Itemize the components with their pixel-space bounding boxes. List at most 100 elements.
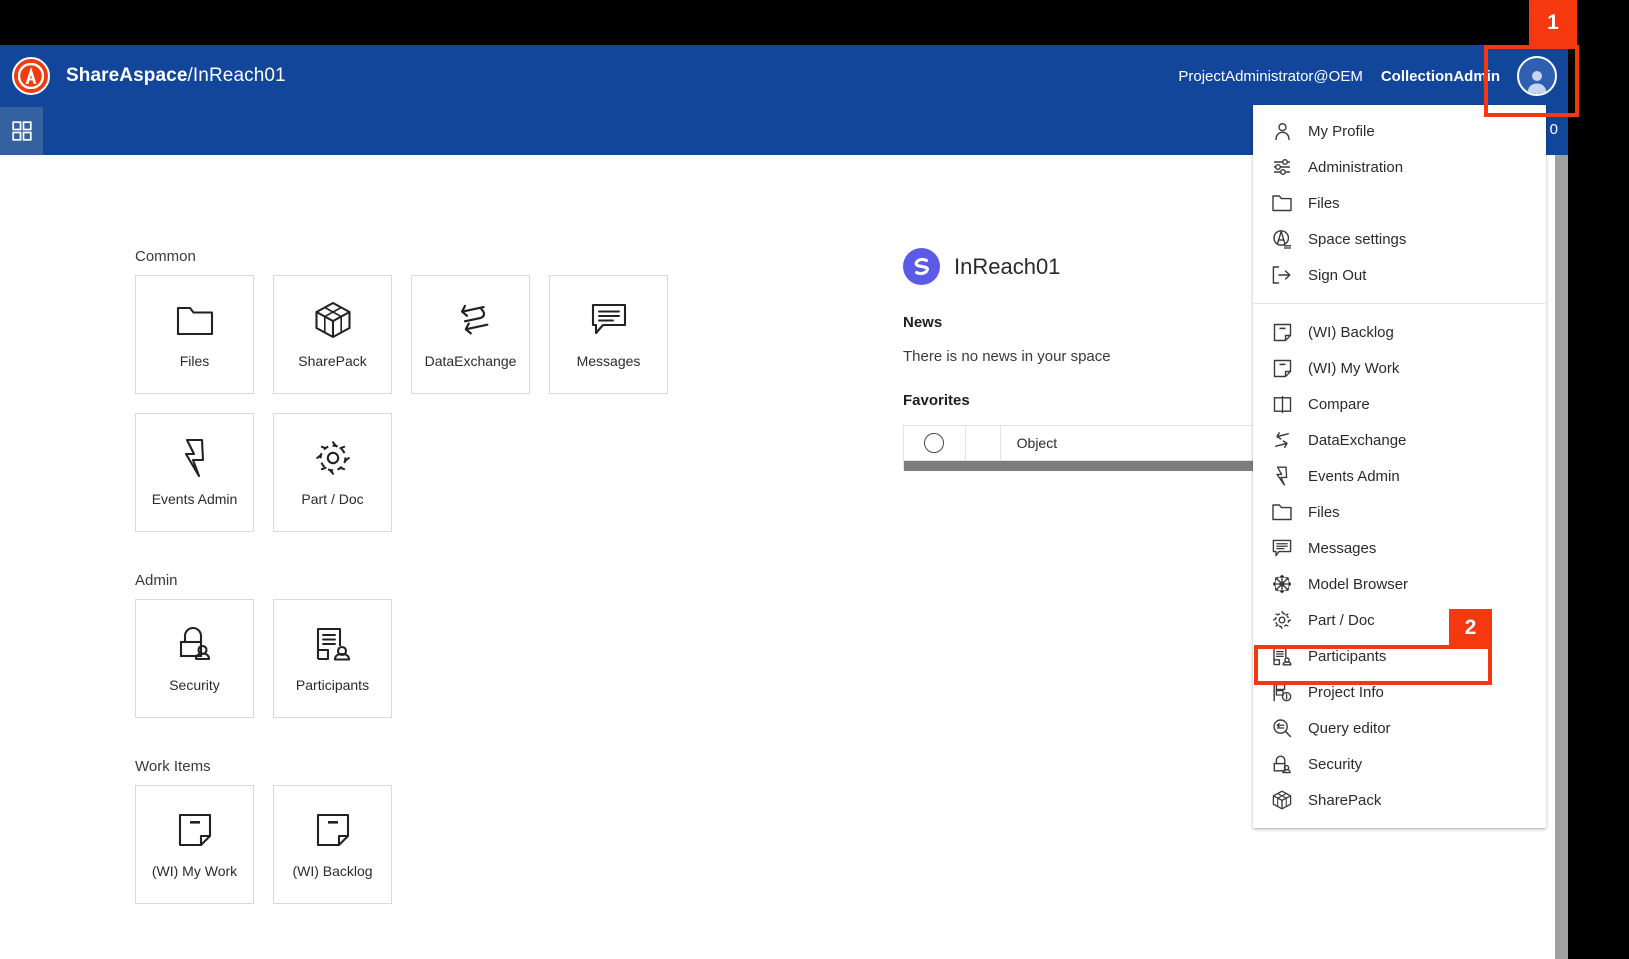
- shareaspace-logo-icon: [12, 57, 50, 95]
- menu-item-label: DataExchange: [1308, 432, 1406, 449]
- tile-label: Participants: [296, 678, 369, 693]
- gear-icon: [1271, 609, 1293, 631]
- annotation-badge-1: 1: [1529, 0, 1577, 45]
- menu-item-label: Administration: [1308, 159, 1403, 176]
- lock-user-icon: [177, 624, 213, 664]
- menu-item-space-settings[interactable]: Space settings: [1253, 221, 1546, 257]
- menu-item-label: SharePack: [1308, 792, 1381, 809]
- brand-name[interactable]: ShareAspace: [66, 65, 188, 86]
- folder-icon: [176, 300, 214, 340]
- breadcrumb: ShareAspace/InReach01: [66, 65, 286, 87]
- group-title-common: Common: [135, 248, 835, 265]
- menu-item-label: Space settings: [1308, 231, 1406, 248]
- menu-item-sign-out[interactable]: Sign Out: [1253, 257, 1546, 293]
- menu-item-administration[interactable]: Administration: [1253, 149, 1546, 185]
- tile-label: SharePack: [298, 354, 366, 369]
- message-bubble-icon: [591, 300, 627, 340]
- menu-item-compare[interactable]: Compare: [1253, 386, 1546, 422]
- note-page-icon: [1271, 357, 1293, 379]
- project-info-icon: [1271, 681, 1293, 703]
- person-icon: [1271, 120, 1293, 142]
- header-right: ProjectAdministrator@OEM CollectionAdmin: [1178, 45, 1568, 107]
- menu-item-project-info[interactable]: Project Info: [1253, 674, 1546, 710]
- folder-icon: [1271, 192, 1293, 214]
- menu-item-sharepack[interactable]: SharePack: [1253, 782, 1546, 818]
- tile-wi-my-work[interactable]: (WI) My Work: [135, 785, 254, 904]
- tiles-row-common-2: Events Admin Part / Doc: [135, 413, 835, 532]
- data-exchange-arrows-icon: [450, 300, 492, 340]
- sliders-icon: [1271, 156, 1293, 178]
- tiles-row-work-items: (WI) My Work (WI) Backlog: [135, 785, 835, 904]
- tile-label: DataExchange: [425, 354, 517, 369]
- menu-item-part-doc[interactable]: Part / Doc: [1253, 602, 1546, 638]
- menu-item-events-admin[interactable]: Events Admin: [1253, 458, 1546, 494]
- menu-item-label: Project Info: [1308, 684, 1384, 701]
- screen-root: ShareAspace/InReach01 ProjectAdministrat…: [0, 0, 1629, 959]
- page-scrollbar-thumb[interactable]: [1555, 155, 1568, 959]
- group-title-work-items: Work Items: [135, 758, 835, 775]
- menu-item-label: Events Admin: [1308, 468, 1400, 485]
- tile-events-admin[interactable]: Events Admin: [135, 413, 254, 532]
- user-avatar-icon: [1517, 56, 1557, 96]
- tile-part-doc[interactable]: Part / Doc: [273, 413, 392, 532]
- avatar-button[interactable]: [1506, 45, 1568, 107]
- menu-item-model-browser[interactable]: Model Browser: [1253, 566, 1546, 602]
- tiles-row-common-1: Files: [135, 275, 835, 394]
- menu-item-dataexchange[interactable]: DataExchange: [1253, 422, 1546, 458]
- page-scrollbar[interactable]: [1555, 155, 1568, 959]
- navbar-count: 0: [1550, 121, 1558, 138]
- logo-wrap[interactable]: [0, 45, 62, 107]
- tile-label: Security: [169, 678, 220, 693]
- space-settings-icon: [1271, 228, 1293, 250]
- participants-icon: [1271, 645, 1293, 667]
- tile-sharepack[interactable]: SharePack: [273, 275, 392, 394]
- grid-apps-icon[interactable]: [0, 107, 43, 155]
- message-bubble-icon: [1271, 537, 1293, 559]
- top-black-strip: [0, 0, 1629, 45]
- tile-files[interactable]: Files: [135, 275, 254, 394]
- query-magnifier-icon: [1271, 717, 1293, 739]
- menu-item-files[interactable]: Files: [1253, 185, 1546, 221]
- tiles-row-admin: Security Participants: [135, 599, 835, 718]
- menu-item-files-2[interactable]: Files: [1253, 494, 1546, 530]
- folder-icon: [1271, 501, 1293, 523]
- note-page-icon: [1271, 321, 1293, 343]
- gear-icon: [314, 438, 352, 478]
- compare-book-icon: [1271, 393, 1293, 415]
- select-all-cell[interactable]: [904, 426, 966, 460]
- menu-item-label: Part / Doc: [1308, 612, 1375, 629]
- menu-item-query-editor[interactable]: Query editor: [1253, 710, 1546, 746]
- favorites-col-object[interactable]: Object: [1001, 426, 1285, 460]
- select-all-circle-icon[interactable]: [924, 433, 944, 453]
- tile-security[interactable]: Security: [135, 599, 254, 718]
- menu-separator: [1253, 303, 1546, 304]
- menu-item-label: Files: [1308, 504, 1340, 521]
- tile-dataexchange[interactable]: DataExchange: [411, 275, 530, 394]
- menu-item-label: Participants: [1308, 648, 1386, 665]
- menu-item-messages[interactable]: Messages: [1253, 530, 1546, 566]
- lock-user-icon: [1271, 753, 1293, 775]
- note-page-icon: [315, 810, 351, 850]
- lightning-bolt-icon: [1271, 465, 1293, 487]
- participants-icon: [314, 624, 352, 664]
- user-dropdown-menu: My Profile Administration Files: [1253, 105, 1546, 828]
- menu-item-label: Model Browser: [1308, 576, 1408, 593]
- tiles-column: Common Files: [135, 248, 835, 904]
- menu-item-participants[interactable]: Participants: [1253, 638, 1546, 674]
- space-title: InReach01: [954, 254, 1060, 280]
- menu-item-wi-my-work[interactable]: (WI) My Work: [1253, 350, 1546, 386]
- tile-messages[interactable]: Messages: [549, 275, 668, 394]
- favorites-col-spacer: [966, 426, 1001, 460]
- menu-item-wi-backlog[interactable]: (WI) Backlog: [1253, 314, 1546, 350]
- model-browser-icon: [1271, 573, 1293, 595]
- tile-participants[interactable]: Participants: [273, 599, 392, 718]
- menu-item-label: Query editor: [1308, 720, 1391, 737]
- menu-item-my-profile[interactable]: My Profile: [1253, 113, 1546, 149]
- package-cube-icon: [1271, 789, 1293, 811]
- menu-item-security[interactable]: Security: [1253, 746, 1546, 782]
- app-header: ShareAspace/InReach01 ProjectAdministrat…: [0, 45, 1568, 107]
- breadcrumb-space-name[interactable]: InReach01: [193, 65, 286, 86]
- tile-wi-backlog[interactable]: (WI) Backlog: [273, 785, 392, 904]
- menu-item-label: Security: [1308, 756, 1362, 773]
- menu-item-label: (WI) My Work: [1308, 360, 1399, 377]
